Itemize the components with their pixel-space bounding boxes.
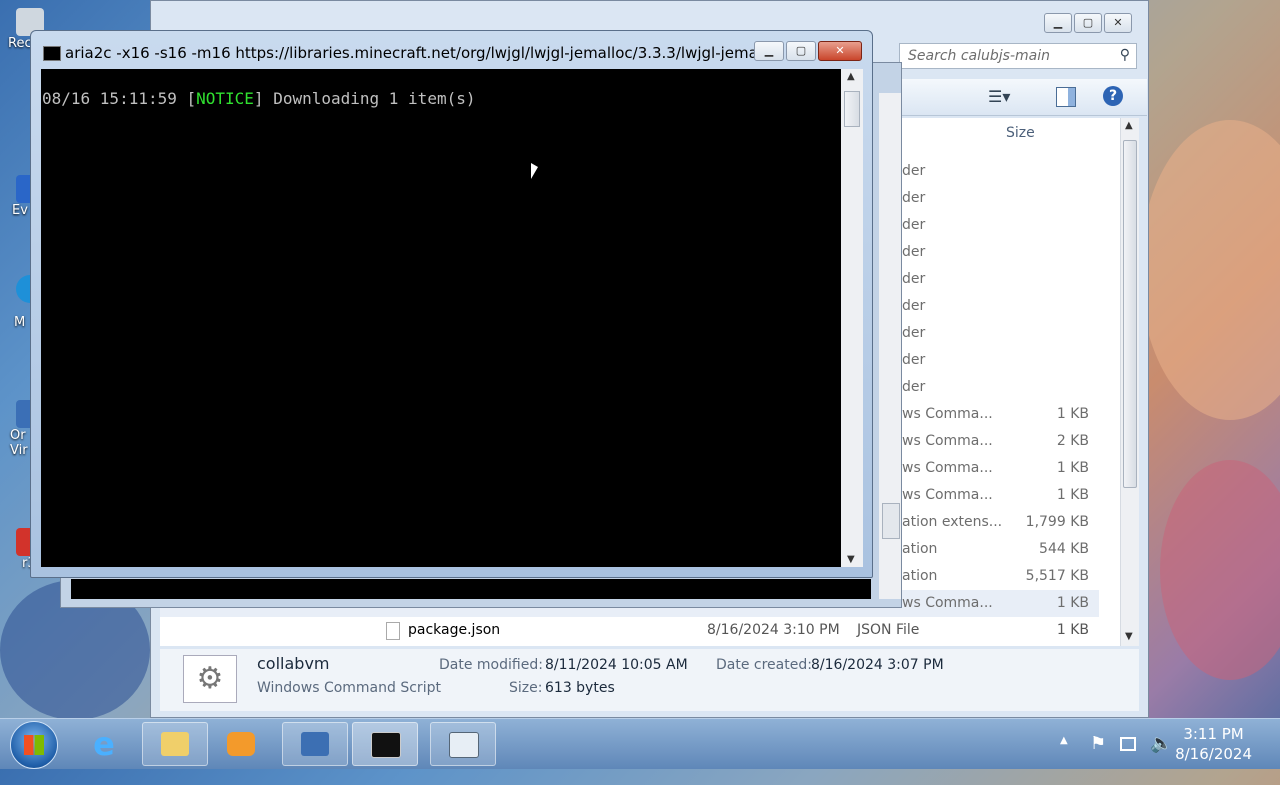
command-prompt-icon bbox=[371, 732, 401, 758]
show-hidden-icons-button[interactable]: ▲ bbox=[1060, 735, 1068, 785]
file-type: der bbox=[902, 217, 926, 233]
wallpaper-shape bbox=[1140, 120, 1280, 420]
search-placeholder: Search calubjs-main bbox=[908, 48, 1050, 64]
file-type: der bbox=[902, 379, 926, 395]
notice-tag: NOTICE bbox=[196, 89, 254, 108]
file-type: ws Comma... bbox=[902, 460, 993, 476]
explorer-caption-buttons: ▁ ▢ ✕ bbox=[1044, 13, 1132, 33]
console-window[interactable]: aria2c -x16 -s16 -m16 https://libraries.… bbox=[30, 30, 873, 578]
line-message: ] Downloading 1 item(s) bbox=[253, 89, 476, 108]
file-type: ws Comma... bbox=[902, 487, 993, 503]
details-created-label: Date created: bbox=[716, 657, 812, 673]
file-type: der bbox=[902, 163, 926, 179]
file-type: der bbox=[902, 244, 926, 260]
taskbar-app-button[interactable] bbox=[282, 722, 348, 766]
taskbar-console-button[interactable] bbox=[352, 722, 418, 766]
file-type: der bbox=[902, 190, 926, 206]
close-button[interactable]: ✕ bbox=[818, 41, 862, 61]
internet-explorer-icon[interactable]: e bbox=[86, 727, 122, 761]
view-options-icon[interactable]: ☰▾ bbox=[988, 87, 1010, 106]
file-size: 1 KB bbox=[1056, 487, 1089, 503]
maximize-button[interactable]: ▢ bbox=[1074, 13, 1102, 33]
scroll-down-arrow[interactable]: ▼ bbox=[1125, 631, 1133, 642]
scroll-down-arrow[interactable]: ▼ bbox=[847, 554, 855, 565]
background-console-screen bbox=[71, 579, 871, 599]
details-modified-label: Date modified: bbox=[439, 657, 543, 673]
file-size: 1,799 KB bbox=[1025, 514, 1089, 530]
details-name: collabvm bbox=[257, 654, 330, 673]
file-size: 1 KB bbox=[1056, 460, 1089, 476]
file-date: 8/16/2024 3:10 PM bbox=[707, 622, 840, 638]
file-icon bbox=[386, 622, 400, 640]
command-prompt-icon bbox=[43, 46, 61, 61]
explorer-vertical-scrollbar[interactable]: ▲ ▼ bbox=[1120, 118, 1139, 646]
scroll-thumb[interactable] bbox=[882, 503, 900, 539]
network-icon[interactable] bbox=[1120, 737, 1136, 751]
file-type: der bbox=[902, 352, 926, 368]
script-file-icon: ⚙ bbox=[183, 655, 237, 703]
scroll-thumb[interactable] bbox=[844, 91, 860, 127]
file-type: der bbox=[902, 271, 926, 287]
file-type: ation extens... bbox=[902, 514, 1003, 530]
file-size: 5,517 KB bbox=[1025, 568, 1089, 584]
file-size: 2 KB bbox=[1056, 433, 1089, 449]
search-input[interactable]: Search calubjs-main ⚲ bbox=[899, 43, 1137, 69]
folder-icon bbox=[161, 732, 189, 756]
console-title: aria2c -x16 -s16 -m16 https://libraries.… bbox=[65, 44, 775, 62]
file-type: ws Comma... bbox=[902, 406, 993, 422]
line-timestamp: 08/16 15:11:59 [ bbox=[42, 89, 197, 108]
details-size-label: Size: bbox=[509, 680, 543, 696]
details-modified-value: 8/11/2024 10:05 AM bbox=[545, 657, 688, 673]
windows-logo-icon bbox=[24, 735, 44, 755]
preview-pane-icon[interactable] bbox=[1056, 87, 1076, 107]
file-type: ws Comma... bbox=[902, 433, 993, 449]
console-vertical-scrollbar[interactable]: ▲ ▼ bbox=[841, 69, 863, 567]
scroll-up-arrow[interactable]: ▲ bbox=[1125, 120, 1133, 131]
application-icon bbox=[301, 732, 329, 756]
clock-date: 8/16/2024 bbox=[1175, 745, 1252, 763]
scroll-thumb[interactable] bbox=[1123, 140, 1137, 488]
file-type: ation bbox=[902, 541, 938, 557]
media-player-icon bbox=[227, 732, 255, 756]
file-size: 1 KB bbox=[1056, 622, 1089, 638]
taskbar-explorer-button[interactable] bbox=[142, 722, 208, 766]
file-size: 1 KB bbox=[1056, 595, 1089, 611]
taskbar-media-player-button[interactable] bbox=[208, 722, 274, 766]
file-size: 1 KB bbox=[1056, 406, 1089, 422]
maximize-button[interactable]: ▢ bbox=[786, 41, 816, 61]
minimize-button[interactable]: ▁ bbox=[1044, 13, 1072, 33]
file-type: der bbox=[902, 298, 926, 314]
system-clock[interactable]: 3:11 PM 8/16/2024 bbox=[1175, 724, 1252, 764]
column-header-size[interactable]: Size bbox=[1006, 119, 1035, 147]
file-size: 544 KB bbox=[1039, 541, 1089, 557]
search-icon[interactable]: ⚲ bbox=[1120, 47, 1130, 63]
taskbar: e ▲ ⚑ 🔈 3:11 PM 8/16/2024 bbox=[0, 718, 1280, 769]
help-icon[interactable]: ? bbox=[1103, 86, 1123, 106]
action-center-flag-icon[interactable]: ⚑ bbox=[1090, 733, 1106, 783]
details-created-value: 8/16/2024 3:07 PM bbox=[811, 657, 944, 673]
file-type: der bbox=[902, 325, 926, 341]
close-button[interactable]: ✕ bbox=[1104, 13, 1132, 33]
details-kind: Windows Command Script bbox=[257, 680, 441, 696]
start-button[interactable] bbox=[10, 721, 58, 769]
minimize-button[interactable]: ▁ bbox=[754, 41, 784, 61]
console-caption-buttons: ▁ ▢ ✕ bbox=[754, 41, 862, 61]
background-console-scrollbar[interactable] bbox=[879, 93, 901, 599]
taskbar-window-button[interactable] bbox=[430, 722, 496, 766]
list-item-package-json[interactable]: package.json 8/16/2024 3:10 PM JSON File… bbox=[160, 617, 1099, 644]
clock-time: 3:11 PM bbox=[1183, 725, 1244, 743]
console-output[interactable]: 08/16 15:11:59 [NOTICE] Downloading 1 it… bbox=[41, 69, 841, 567]
volume-muted-icon[interactable]: 🔈 bbox=[1150, 733, 1172, 783]
file-type: ws Comma... bbox=[902, 595, 993, 611]
file-type: JSON File bbox=[857, 622, 920, 638]
file-type: ation bbox=[902, 568, 938, 584]
details-pane: ⚙ collabvm Windows Command Script Date m… bbox=[160, 649, 1139, 711]
details-size-value: 613 bytes bbox=[545, 680, 615, 696]
console-line: 08/16 15:11:59 [NOTICE] Downloading 1 it… bbox=[42, 89, 475, 108]
mouse-cursor-icon bbox=[531, 163, 538, 179]
scroll-up-arrow[interactable]: ▲ bbox=[847, 71, 855, 82]
file-name: package.json bbox=[408, 622, 501, 638]
window-icon bbox=[449, 732, 479, 758]
wallpaper-shape bbox=[1160, 460, 1280, 680]
